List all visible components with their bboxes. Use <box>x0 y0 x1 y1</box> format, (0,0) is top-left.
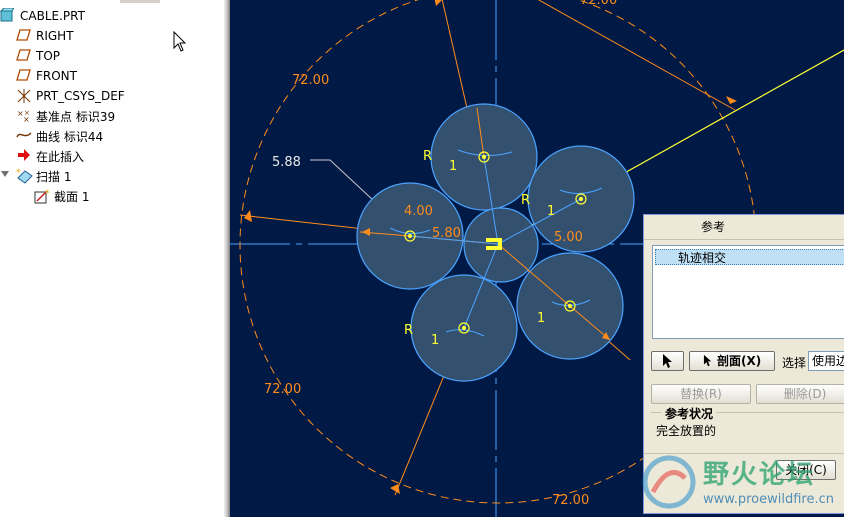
tree-scroll-indicator <box>120 0 160 3</box>
reference-list-item[interactable]: 轨迹相交 <box>655 249 844 265</box>
constraint-equal-3: 1 <box>431 333 439 348</box>
tree-item-label: RIGHT <box>36 29 74 43</box>
datum-plane-icon <box>16 68 32 84</box>
dim-diameter-left: 4.00 <box>404 204 433 219</box>
constraint-equal-1: 1 <box>449 159 457 174</box>
csys-icon <box>16 88 32 104</box>
datum-plane-icon <box>16 48 32 64</box>
constraint-r-1: R <box>423 149 432 164</box>
tree-item-sweep[interactable]: * 扫描 1 <box>0 167 71 185</box>
tree-item-label: 曲线 标识44 <box>36 129 104 144</box>
dim-diameter-right: 5.00 <box>554 230 583 245</box>
reference-status-text: 完全放置的 <box>656 424 717 438</box>
arrow-cursor-icon <box>662 354 672 368</box>
tree-item-label: PRT_CSYS_DEF <box>36 89 125 103</box>
datum-point-icon: × × × <box>16 108 32 124</box>
collapse-triangle-icon[interactable] <box>0 168 12 184</box>
select-label: 选择 <box>782 356 807 370</box>
dim-angle-top-right: 72.00 <box>580 0 617 8</box>
dim-offset: 5.88 <box>272 155 301 170</box>
tree-item-label: CABLE.PRT <box>20 9 85 23</box>
select-dropdown[interactable]: 使用边 <box>808 351 844 371</box>
tree-item-insert-here[interactable]: 在此插入 <box>16 147 84 165</box>
dim-angle-bottom: 72.00 <box>552 493 589 508</box>
watermark-logo-icon <box>642 455 696 509</box>
dim-diameter-center: 5.80 <box>432 226 461 241</box>
watermark-url: www.proewildfire.cn <box>703 492 834 507</box>
tree-item-curve[interactable]: 曲线 标识44 <box>16 127 103 145</box>
tree-item-section[interactable]: * 截面 1 <box>34 187 89 205</box>
sweep-icon: * <box>16 168 33 184</box>
constraint-equal-2: 1 <box>547 204 555 219</box>
constraint-r-3: R <box>404 323 413 338</box>
watermark-text: 野火论坛 <box>703 460 816 490</box>
dimension-leader <box>537 0 736 111</box>
delete-button[interactable]: 删除(D) <box>756 384 844 404</box>
tree-item-label: 基准点 标识39 <box>36 109 116 124</box>
select-cursor-button[interactable] <box>651 351 684 371</box>
reference-status-title: 参考状况 <box>662 405 717 422</box>
mouse-cursor-icon <box>173 31 187 52</box>
reference-status-group: 参考状况 完全放置的 <box>651 405 844 449</box>
svg-text:*: * <box>45 189 50 199</box>
tree-item-label: 截面 1 <box>54 189 90 204</box>
model-tree[interactable]: CABLE.PRT RIGHT TOP FRONT PRT_CSYS_DEF ×… <box>0 0 224 517</box>
tree-item-datum-point[interactable]: × × × 基准点 标识39 <box>16 107 115 125</box>
part-icon <box>0 7 16 24</box>
cable-circles <box>356 103 635 382</box>
reference-list[interactable]: 轨迹相交 <box>652 245 844 339</box>
curve-icon <box>16 128 32 144</box>
tree-item-cable-prt[interactable]: CABLE.PRT <box>0 7 85 25</box>
tree-item-label: 扫描 1 <box>36 169 72 184</box>
tree-item-top[interactable]: TOP <box>16 47 60 65</box>
replace-button[interactable]: 替换(R) <box>651 384 751 404</box>
datum-plane-icon <box>16 28 32 44</box>
constraint-equal-4: 1 <box>537 311 545 326</box>
section-button-label: 剖面(X) <box>716 354 762 368</box>
insert-here-arrow-icon <box>16 148 32 164</box>
section-button[interactable]: 剖面(X) <box>689 351 775 371</box>
watermark: 野火论坛 www.proewildfire.cn <box>633 450 844 517</box>
arrow-cursor-icon <box>703 354 712 367</box>
tree-item-right[interactable]: RIGHT <box>16 27 74 45</box>
constraint-r-2: R <box>521 193 530 208</box>
tree-item-label: 在此插入 <box>36 149 85 164</box>
dim-angle-top-left: 72.00 <box>292 73 329 88</box>
tree-item-prt-csys-def[interactable]: PRT_CSYS_DEF <box>16 87 125 105</box>
tree-item-label: TOP <box>36 49 61 63</box>
tree-item-front[interactable]: FRONT <box>16 67 77 85</box>
dim-angle-bottom-left: 72.00 <box>264 382 301 397</box>
section-icon: * <box>34 188 50 204</box>
svg-text:*: * <box>16 168 21 178</box>
dialog-title: 参考 <box>644 215 844 240</box>
svg-text:×: × <box>24 109 30 117</box>
tree-item-label: FRONT <box>36 69 77 83</box>
